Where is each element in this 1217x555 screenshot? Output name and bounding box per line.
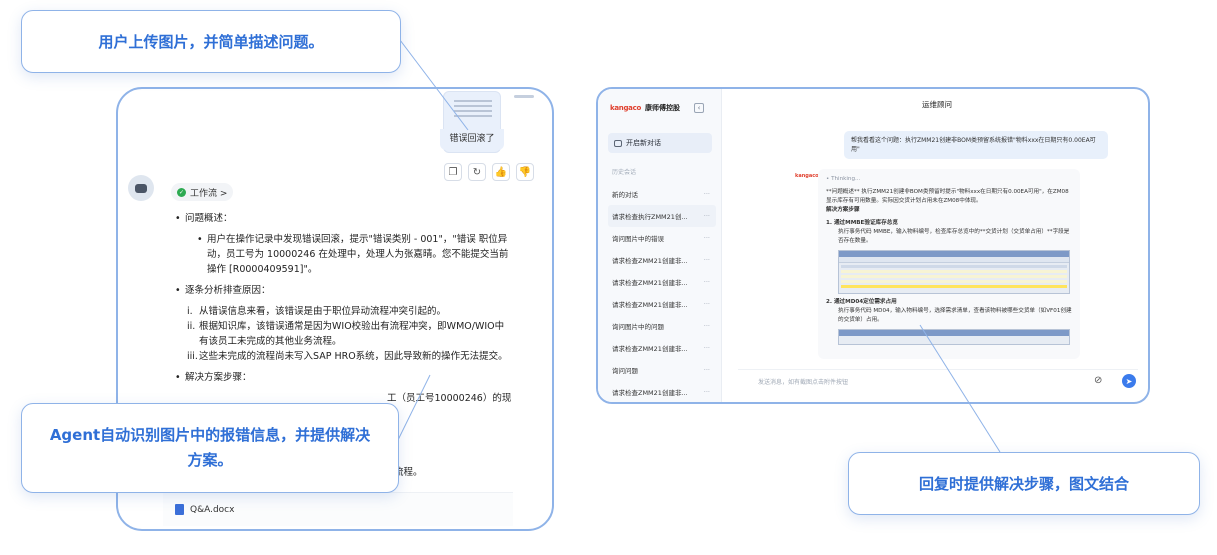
history-item[interactable]: 询问图片中的错误 ··· <box>612 227 716 249</box>
brand-logo: kangaco <box>610 104 641 112</box>
new-chat-button[interactable]: 开启新对话 <box>608 133 712 153</box>
thinking-toggle[interactable]: • Thinking... <box>826 175 1072 184</box>
section-title: 问题概述： <box>173 211 513 226</box>
scroll-indicator <box>514 95 534 98</box>
thumbnail-caption: 错误回滚了 <box>440 129 504 150</box>
section-body: 用户在操作记录中发现错误回滚，提示"错误类别 - 001"，"错误 职位异动，员… <box>173 232 513 277</box>
attach-icon[interactable]: ⊘ <box>1094 375 1102 386</box>
section-title: 逐条分析排查原因： <box>173 283 513 298</box>
history-item[interactable]: 询问问题 ··· <box>612 359 716 381</box>
history-item[interactable]: 请求检查ZMM21创建非... ··· <box>612 293 716 315</box>
more-icon: ··· <box>703 190 710 198</box>
callout-reply: 回复时提供解决步骤，图文结合 <box>848 452 1200 515</box>
copy-icon[interactable]: ❐ <box>444 163 462 181</box>
sidebar: kangaco 康师傅控股 ‹ 开启新对话 历史会话 新的对话 ··· 请求检查执… <box>598 89 722 402</box>
list-item: i. 从错误信息来看，该错误是由于职位异动流程冲突引起的。 <box>187 306 447 317</box>
bot-logo: kangaco <box>795 173 819 179</box>
history-item[interactable]: 请求检查执行ZMM21创... ··· <box>608 205 716 227</box>
sap-screenshot[interactable] <box>838 329 1070 345</box>
user-message: 帮我看看这个问题：执行ZMM21创建非BOM类预留系统报错"物料xxx在日期只有… <box>844 131 1108 159</box>
attachment-name: Q&A.docx <box>190 504 235 515</box>
more-icon: ··· <box>703 278 710 286</box>
callout-upload: 用户上传图片，并简单描述问题。 <box>21 10 401 73</box>
list-item: iii. 这些未完成的流程尚未写入SAP HRO系统，因此导致新的操作无法提交。 <box>187 351 508 362</box>
more-icon: ··· <box>703 366 710 374</box>
chat-title: 运维顾问 <box>922 100 952 109</box>
collapse-sidebar-icon[interactable]: ‹ <box>694 103 704 113</box>
callout-agent: Agent自动识别图片中的报错信息，并提供解决方案。 <box>21 403 399 493</box>
more-icon: ··· <box>703 300 710 308</box>
message-actions: ❐ ↻ 👍 👎 <box>444 163 534 181</box>
history-item[interactable]: 请求检查ZMM21创建非... ··· <box>612 381 716 402</box>
section-title: 解决方案步骤： <box>173 370 513 385</box>
right-chat-app: kangaco 康师傅控股 ‹ 开启新对话 历史会话 新的对话 ··· 请求检查执… <box>596 87 1150 404</box>
thumbs-down-icon[interactable]: 👎 <box>516 163 534 181</box>
workflow-chip[interactable]: ✓ 工作流 > <box>171 183 234 201</box>
step-title: 2. 通过MD04定位需求占用 <box>826 299 897 305</box>
solution-title: 解决方案步骤 <box>826 207 860 213</box>
more-icon: ··· <box>703 256 710 264</box>
history-item[interactable]: 询问图片中的问题 ··· <box>612 315 716 337</box>
more-icon: ··· <box>703 234 710 242</box>
brand: kangaco 康师傅控股 <box>610 103 680 113</box>
history-list: 新的对话 ··· 请求检查执行ZMM21创... ··· 询问图片中的错误 ··· 请… <box>608 183 716 402</box>
bot-reply: • Thinking... **问题概述** 执行ZMM21创建非BOM类预留时… <box>818 169 1080 359</box>
check-icon: ✓ <box>177 187 186 197</box>
history-item[interactable]: 请求检查ZMM21创建非... ··· <box>612 337 716 359</box>
step-desc: 执行事务代码 MMBE，输入物料编号，检查库存总览中的**交货计划（交货单占用）… <box>838 229 1070 244</box>
refresh-icon[interactable]: ↻ <box>468 163 486 181</box>
history-label: 历史会话 <box>612 169 637 176</box>
brand-name: 康师傅控股 <box>644 104 680 112</box>
attachment-file[interactable]: Q&A.docx <box>163 492 513 526</box>
send-button[interactable]: ➤ <box>1122 374 1136 388</box>
history-item[interactable]: 请求检查ZMM21创建非... ··· <box>612 271 716 293</box>
chat-icon <box>614 139 622 147</box>
more-icon: ··· <box>703 322 710 330</box>
history-item[interactable]: 新的对话 ··· <box>612 183 716 205</box>
message-input[interactable]: 发送消息，如有截图点击附件按钮 <box>738 369 1138 393</box>
step-title: 1. 通过MMBE验证库存总览 <box>826 220 898 226</box>
more-icon: ··· <box>703 212 710 220</box>
agent-answer: 问题概述： 用户在操作记录中发现错误回滚，提示"错误类别 - 001"，"错误 … <box>173 211 513 406</box>
bot-avatar <box>128 175 154 201</box>
more-icon: ··· <box>703 388 710 396</box>
document-icon <box>175 504 184 515</box>
step-desc: 执行事务代码 MD04，输入物料编号，选择需求清单，查看该物料被哪些交货单（如V… <box>838 308 1072 323</box>
workflow-label: 工作流 > <box>190 188 228 199</box>
bot-intro: **问题概述** 执行ZMM21创建非BOM类预留时提示"物料xxx在日期只有0… <box>826 189 1069 204</box>
sap-screenshot[interactable] <box>838 250 1070 294</box>
history-item[interactable]: 请求检查ZMM21创建非... ··· <box>612 249 716 271</box>
list-item: ii. 根据知识库，该错误通常是因为WIO校验出有流程冲突，即WMO/WIO中有… <box>187 321 505 347</box>
thumbs-up-icon[interactable]: 👍 <box>492 163 510 181</box>
more-icon: ··· <box>703 344 710 352</box>
